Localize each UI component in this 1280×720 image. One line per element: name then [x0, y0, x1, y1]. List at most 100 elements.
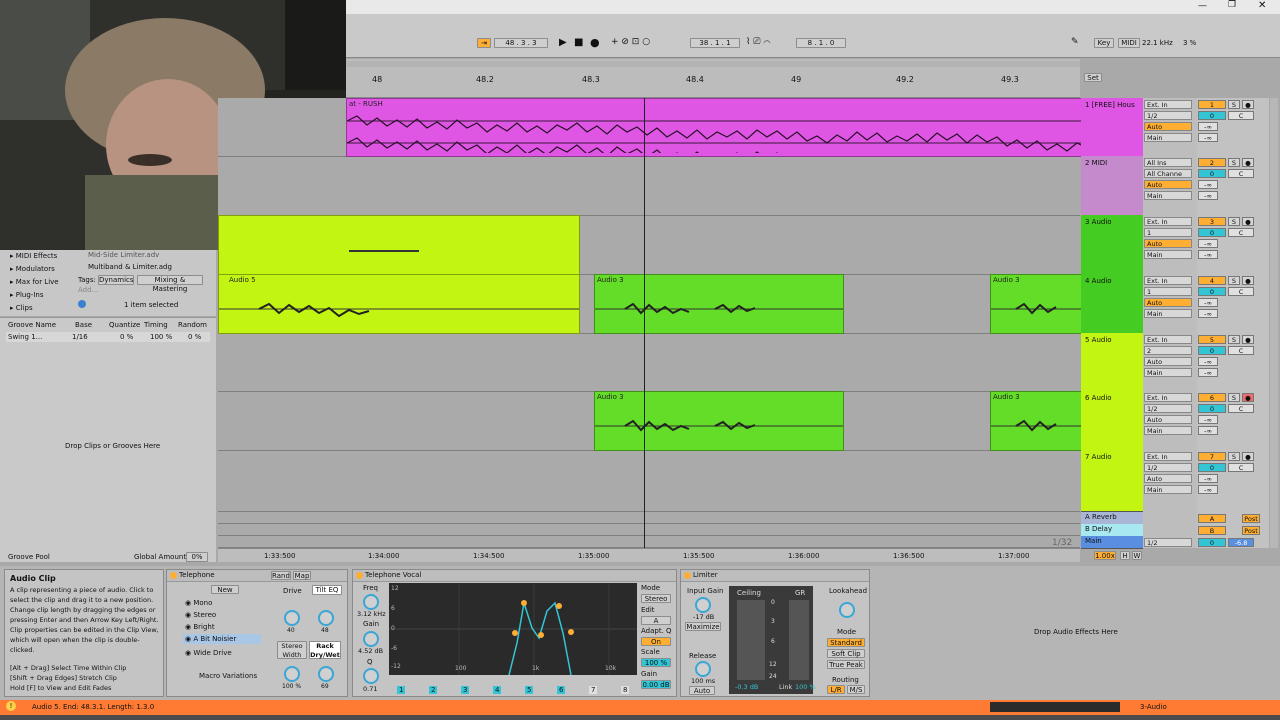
auto-release-button[interactable]: Auto: [689, 686, 715, 695]
groove-pool-label[interactable]: Groove Pool: [8, 553, 50, 561]
draw-mode-icon[interactable]: ⌇ ⎚ ⌒: [746, 37, 770, 47]
track-activator[interactable]: 6: [1198, 393, 1226, 402]
audio-clip[interactable]: Audio 3: [594, 391, 844, 451]
send-b[interactable]: -∞: [1198, 191, 1218, 200]
send-a[interactable]: -∞: [1198, 298, 1218, 307]
band-button[interactable]: 2: [429, 686, 438, 694]
solo-button[interactable]: S: [1228, 217, 1240, 226]
band-button[interactable]: 6: [557, 686, 566, 694]
send-a[interactable]: -∞: [1198, 180, 1218, 189]
input-type[interactable]: Ext. In: [1144, 335, 1192, 344]
track-header-3[interactable]: 3 Audio: [1081, 215, 1143, 275]
output-main[interactable]: Main: [1144, 485, 1192, 494]
groove-timing[interactable]: 100 %: [150, 333, 172, 341]
browser-file[interactable]: Multiband & Limiter.adg: [88, 263, 172, 271]
arm-button[interactable]: ●: [1242, 335, 1254, 344]
track-lane-7[interactable]: [218, 450, 1080, 512]
groove-random[interactable]: 0 %: [188, 333, 201, 341]
lookahead-knob[interactable]: [839, 602, 855, 618]
track-activator[interactable]: 4: [1198, 276, 1226, 285]
send-b[interactable]: -∞: [1198, 309, 1218, 318]
output-main[interactable]: Main: [1144, 426, 1192, 435]
audio-effects-drop-zone[interactable]: Drop Audio Effects Here: [1034, 628, 1118, 636]
pan-field[interactable]: C: [1228, 169, 1254, 178]
input-gain-value[interactable]: -17 dB: [693, 613, 714, 621]
track-header-7[interactable]: 7 Audio: [1081, 450, 1143, 512]
groove-row[interactable]: Swing 1... 1/16 0 % 100 % 0 %: [6, 332, 210, 342]
monitor-auto[interactable]: Auto: [1144, 180, 1192, 189]
solo-button[interactable]: S: [1228, 335, 1240, 344]
main-header[interactable]: Main: [1081, 536, 1143, 549]
gain-knob[interactable]: [363, 631, 379, 647]
drive-knob[interactable]: [284, 610, 300, 626]
track-activator[interactable]: 7: [1198, 452, 1226, 461]
input-channel[interactable]: All Channe: [1144, 169, 1192, 178]
return-b-activator[interactable]: B: [1198, 526, 1226, 535]
loop-start[interactable]: 38 . 1 . 1: [690, 38, 740, 48]
midi-map-button[interactable]: MIDI: [1118, 38, 1140, 48]
browser-item-plug-ins[interactable]: ▸ Plug-Ins: [10, 291, 43, 299]
input-channel[interactable]: 2: [1144, 346, 1192, 355]
width-button[interactable]: W: [1132, 551, 1142, 560]
band-button[interactable]: 7: [589, 686, 598, 694]
arrangement-scrollbar[interactable]: [1270, 98, 1278, 548]
track-lane-3[interactable]: [218, 215, 1080, 275]
browser-item-max-for-live[interactable]: ▸ Max for Live: [10, 278, 59, 286]
close-icon[interactable]: ✕: [1258, 0, 1266, 11]
main-activator[interactable]: 0: [1198, 538, 1226, 547]
browser-item-clips[interactable]: ▸ Clips: [10, 304, 33, 312]
browser-item-midi-effects[interactable]: ▸ MIDI Effects: [10, 252, 57, 260]
solo-button[interactable]: S: [1228, 100, 1240, 109]
volume-field[interactable]: 0: [1198, 287, 1226, 296]
freq-value[interactable]: 3.12 kHz: [357, 610, 386, 618]
track-header-1[interactable]: 1 [FREE] Hous: [1081, 98, 1143, 157]
output-main[interactable]: Main: [1144, 250, 1192, 259]
track-lane-4[interactable]: Audio 5 Audio 3 Audio 3: [218, 274, 1082, 334]
track-activator[interactable]: 2: [1198, 158, 1226, 167]
audio-clip[interactable]: at - RUSH: [346, 98, 1082, 157]
freq-knob[interactable]: [363, 594, 379, 610]
new-button[interactable]: New: [211, 585, 239, 594]
output-gain-value[interactable]: 0.00 dB: [641, 680, 671, 689]
pan-field[interactable]: C: [1228, 287, 1254, 296]
return-a-activator[interactable]: A: [1198, 514, 1226, 523]
device-on-icon[interactable]: [170, 572, 177, 579]
track-lane-2[interactable]: [218, 156, 1080, 216]
input-channel[interactable]: 1/2: [1144, 463, 1192, 472]
input-channel[interactable]: 1: [1144, 287, 1192, 296]
pencil-icon[interactable]: ✎: [1071, 37, 1079, 47]
ceiling-value[interactable]: -0.3 dB: [735, 683, 758, 691]
device-on-icon[interactable]: [356, 572, 363, 579]
band-button[interactable]: 3: [461, 686, 470, 694]
map-button[interactable]: Map: [293, 571, 311, 580]
audio-clip[interactable]: Audio 3: [594, 274, 844, 334]
send-b[interactable]: -∞: [1198, 485, 1218, 494]
volume-field[interactable]: 0: [1198, 228, 1226, 237]
tag-dynamics[interactable]: Dynamics: [98, 275, 134, 285]
send-b[interactable]: -∞: [1198, 133, 1218, 142]
arrangement-position[interactable]: 48 . 3 . 3: [494, 38, 548, 48]
track-lane-5[interactable]: [218, 333, 1080, 392]
variation-item[interactable]: ◉ Wide Drive: [185, 649, 232, 657]
rand-button[interactable]: Rand: [271, 571, 291, 580]
audio-clip-selected[interactable]: [218, 215, 580, 275]
output-main[interactable]: Main: [1144, 133, 1192, 142]
variation-item[interactable]: ◉ Bright: [185, 623, 215, 631]
volume-field[interactable]: 0: [1198, 404, 1226, 413]
stop-icon[interactable]: ■: [574, 37, 583, 48]
adaptive-q-toggle[interactable]: On: [641, 637, 671, 646]
input-type[interactable]: All Ins: [1144, 158, 1192, 167]
send-a[interactable]: -∞: [1198, 474, 1218, 483]
pan-field[interactable]: C: [1228, 346, 1254, 355]
band-button[interactable]: 5: [525, 686, 534, 694]
maximize-button[interactable]: Maximize: [685, 622, 721, 631]
tag-add[interactable]: Add...: [78, 286, 98, 294]
input-channel[interactable]: 1/2: [1144, 111, 1192, 120]
solo-button[interactable]: S: [1228, 393, 1240, 402]
pan-field[interactable]: C: [1228, 228, 1254, 237]
mode-true-peak[interactable]: True Peak: [827, 660, 865, 669]
input-type[interactable]: Ext. In: [1144, 393, 1192, 402]
set-button[interactable]: Set: [1084, 73, 1102, 82]
track-activator[interactable]: 5: [1198, 335, 1226, 344]
restore-icon[interactable]: ❐: [1228, 0, 1236, 10]
